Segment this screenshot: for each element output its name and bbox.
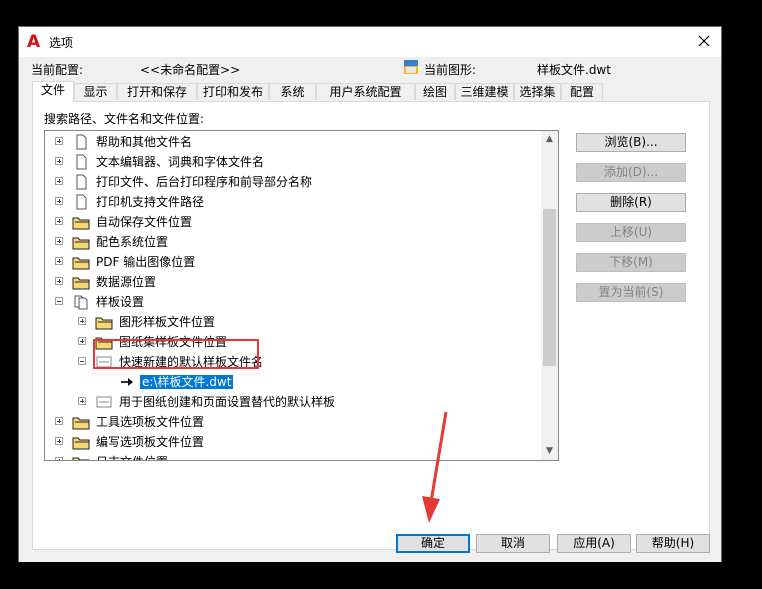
tree-item-label: 自动保存文件位置 [96, 215, 193, 229]
autocad-logo-icon: A [27, 32, 41, 52]
tree-item-label: 用于图纸创建和页面设置替代的默认样板 [119, 395, 336, 409]
arrow-icon [121, 378, 133, 386]
document-icon [76, 154, 87, 170]
collapse-icon[interactable] [78, 357, 86, 365]
tree-item-label: 帮助和其他文件名 [96, 135, 193, 149]
options-dialog: A 选项 当前配置: <<未命名配置>> 当前图形: 样板文件.dwt 文件 显… [18, 26, 722, 562]
current-drawing-value: 样板文件.dwt [537, 63, 611, 77]
scroll-thumb[interactable] [543, 209, 556, 366]
documents-icon [74, 295, 88, 310]
tree-item-label: 数据源位置 [96, 275, 157, 289]
tab-system[interactable]: 系统 [269, 83, 316, 100]
tree-item-label: 工具选项板文件位置 [96, 415, 205, 429]
tab-drafting[interactable]: 绘图 [415, 83, 455, 100]
close-icon[interactable] [693, 30, 715, 52]
current-profile-value: <<未命名配置>> [140, 63, 241, 77]
current-profile-label: 当前配置: [31, 63, 84, 77]
expand-icon[interactable] [55, 137, 63, 145]
folder-icon [72, 457, 90, 460]
tab-display[interactable]: 显示 [74, 83, 117, 100]
window-title: 选项 [49, 36, 74, 50]
tree-scrollbar[interactable]: ▲ ▼ [541, 131, 558, 460]
document-icon [76, 174, 87, 190]
expand-icon[interactable] [55, 177, 63, 185]
delete-button[interactable]: 删除(R) [576, 193, 686, 212]
title-bar[interactable]: A 选项 [19, 27, 721, 57]
expand-icon[interactable] [55, 277, 63, 285]
tab-profiles[interactable]: 配置 [561, 83, 603, 100]
set-current-button[interactable]: 置为当前(S) [576, 283, 686, 302]
selected-template-path[interactable]: e:\样板文件.dwt [140, 375, 234, 389]
scroll-up-icon[interactable]: ▲ [541, 131, 558, 148]
tab-3d-modeling[interactable]: 三维建模 [455, 83, 514, 100]
folder-icon [72, 277, 90, 290]
expand-icon[interactable] [55, 237, 63, 245]
tree-item-label: 图形样板文件位置 [119, 315, 216, 329]
annotation-arrow-icon [422, 411, 448, 523]
move-up-button[interactable]: 上移(U) [576, 223, 686, 242]
expand-icon[interactable] [55, 257, 63, 265]
cancel-button[interactable]: 取消 [476, 534, 550, 553]
help-button[interactable]: 帮助(H) [636, 534, 710, 553]
folder-icon [72, 257, 90, 270]
scroll-down-icon[interactable]: ▼ [541, 443, 558, 460]
document-icon [76, 194, 87, 210]
tab-user-preferences[interactable]: 用户系统配置 [316, 83, 415, 100]
tab-selection[interactable]: 选择集 [514, 83, 561, 100]
tree-item-label: 编写选项板文件位置 [96, 435, 205, 449]
browse-button[interactable]: 浏览(B)... [576, 133, 686, 152]
folder-icon [95, 317, 113, 330]
dialog-content: 当前配置: <<未命名配置>> 当前图形: 样板文件.dwt 文件 显示 打开和… [19, 57, 721, 562]
files-tab-panel: 搜索路径、文件名和文件位置: 帮助和其他文件名 文本编辑器、词典和字体文件名 打… [32, 101, 710, 550]
expand-icon[interactable] [55, 157, 63, 165]
drawing-file-icon [404, 60, 418, 74]
tab-plot-publish[interactable]: 打印和发布 [197, 83, 269, 100]
expand-icon[interactable] [55, 417, 63, 425]
tree-item-label: 文本编辑器、词典和字体文件名 [96, 155, 265, 169]
tree-item-label: 打印机支持文件路径 [96, 195, 205, 209]
expand-icon[interactable] [55, 437, 63, 445]
expand-icon[interactable] [55, 457, 63, 460]
ok-button[interactable]: 确定 [396, 534, 470, 553]
profile-row: 当前配置: <<未命名配置>> 当前图形: 样板文件.dwt [19, 57, 721, 79]
folder-icon [72, 417, 90, 430]
current-drawing-label: 当前图形: [424, 63, 477, 77]
file-locations-tree[interactable]: 帮助和其他文件名 文本编辑器、词典和字体文件名 打印文件、后台打印程序和前导部分… [44, 130, 559, 461]
document-icon [76, 134, 87, 150]
folder-icon [72, 237, 90, 250]
move-down-button[interactable]: 下移(M) [576, 253, 686, 272]
expand-icon[interactable] [55, 197, 63, 205]
expand-icon[interactable] [78, 397, 86, 405]
expand-icon[interactable] [78, 337, 86, 345]
dwg-icon [96, 396, 112, 408]
apply-button[interactable]: 应用(A) [557, 534, 631, 553]
tab-files[interactable]: 文件 [32, 81, 74, 102]
tree-item-label: 打印文件、后台打印程序和前导部分名称 [96, 175, 313, 189]
tree-item-label: 样板设置 [96, 295, 145, 309]
expand-icon[interactable] [55, 217, 63, 225]
tree-item-label: PDF 输出图像位置 [96, 255, 196, 269]
add-button[interactable]: 添加(D)... [576, 163, 686, 182]
folder-icon [72, 437, 90, 450]
annotation-highlight-box [93, 339, 259, 369]
collapse-icon[interactable] [55, 297, 63, 305]
expand-icon[interactable] [78, 317, 86, 325]
tree-item-label: 日志文件位置 [96, 452, 168, 460]
search-paths-label: 搜索路径、文件名和文件位置: [44, 112, 205, 126]
tree-item-label: 配色系统位置 [96, 235, 169, 249]
folder-icon [72, 217, 90, 230]
tab-open-save[interactable]: 打开和保存 [117, 83, 197, 100]
